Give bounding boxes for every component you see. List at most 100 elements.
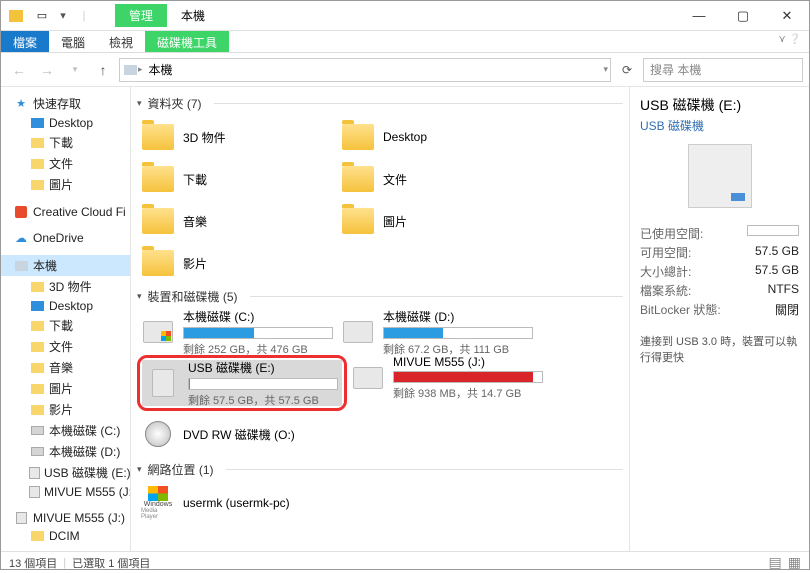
usb-icon [16,512,27,524]
folder-tile[interactable]: 圖片 [337,200,537,242]
folder-icon [142,208,174,234]
breadcrumb[interactable]: 本機 [143,61,179,78]
folder-icon [31,321,44,331]
sidebar-onedrive[interactable]: ☁OneDrive [1,229,130,247]
folder-tile[interactable]: 3D 物件 [137,116,337,158]
address-bar[interactable]: ▸ 本機 ▾ [119,58,611,82]
sidebar-mivue[interactable]: MIVUE M555 (J:) [1,509,130,527]
view-tiles-button[interactable]: ▦ [788,554,801,571]
sidebar-item-drive-c[interactable]: 本機磁碟 (C:) [1,420,130,441]
chevron-down-icon: ▾ [137,464,142,475]
sidebar-item-drive-e[interactable]: USB 磁碟機 (E:) [1,462,130,483]
sidebar-item-3d[interactable]: 3D 物件 [1,276,130,297]
creative-cloud-icon [15,206,27,218]
sidebar-item-downloads[interactable]: 下載 [1,132,130,153]
minimize-button[interactable]: — [677,1,721,31]
details-title: USB 磁碟機 (E:) [640,95,799,115]
drive-tile-dvd[interactable]: DVD RW 磁碟機 (O:) [137,411,337,457]
navigation-bar: ← → ▾ ↑ ▸ 本機 ▾ ⟳ 搜尋 本機 [1,53,809,87]
sidebar-creative-cloud[interactable]: Creative Cloud Fi [1,203,130,221]
ribbon-expand-button[interactable]: ⋎ ❔ [770,31,809,52]
folder-icon [31,282,44,292]
folder-tile[interactable]: 文件 [337,158,537,200]
sidebar-item-pictures2[interactable]: 圖片 [1,378,130,399]
sidebar-item-desktop2[interactable]: Desktop [1,297,130,315]
sidebar-item-videos[interactable]: 影片 [1,399,130,420]
folder-icon [31,405,44,415]
tab-file[interactable]: 檔案 [1,31,49,52]
sidebar-item-pictures[interactable]: 圖片 [1,174,130,195]
refresh-button[interactable]: ⟳ [615,63,639,77]
back-button[interactable]: ← [7,58,31,82]
cloud-icon: ☁ [13,231,29,245]
details-note: 連接到 USB 3.0 時，裝置可以執行得更快 [640,333,799,365]
forward-button[interactable]: → [35,58,59,82]
sidebar-this-pc[interactable]: 本機 [1,255,130,276]
app-icon [5,5,27,27]
used-space-bar [747,225,799,236]
desktop-icon [31,118,44,128]
group-header-network[interactable]: ▾網路位置 (1) [137,457,623,482]
folder-icon [31,138,44,148]
usb-drive-icon [152,369,174,397]
sidebar-item-drive-d[interactable]: 本機磁碟 (D:) [1,441,130,462]
sidebar-item-documents2[interactable]: 文件 [1,336,130,357]
navigation-pane: ★快速存取 Desktop 下載 文件 圖片 Creative Cloud Fi… [1,87,131,551]
ribbon-tabs: 檔案 電腦 檢視 磁碟機工具 ⋎ ❔ [1,31,809,53]
group-header-drives[interactable]: ▾裝置和磁碟機 (5) [137,284,623,309]
drive-tile-c[interactable]: 本機磁碟 (C:)剩餘 252 GB，共 476 GB [137,309,337,355]
contextual-tab-header: 管理 [115,4,167,27]
tab-computer[interactable]: 電腦 [49,31,97,52]
details-drive-icon [688,144,752,208]
folder-tile[interactable]: 影片 [137,242,337,284]
drive-icon [343,321,373,343]
title-bar: ▭ ▾ | 管理 本機 — ▢ ✕ [1,1,809,31]
sidebar-item-documents[interactable]: 文件 [1,153,130,174]
sidebar-item-desktop[interactable]: Desktop [1,114,130,132]
status-item-count: 13 個項目 [9,555,57,571]
group-header-folders[interactable]: ▾資料夾 (7) [137,91,623,116]
pc-icon [15,261,28,271]
search-input[interactable]: 搜尋 本機 [643,58,803,82]
qat-properties-icon[interactable]: ▭ [31,5,53,27]
address-dropdown-icon[interactable]: ▾ [603,64,608,75]
drive-tile-d[interactable]: 本機磁碟 (D:)剩餘 67.2 GB，共 111 GB [337,309,537,355]
view-details-button[interactable]: ▤ [769,554,782,571]
tab-drive-tools[interactable]: 磁碟機工具 [145,31,229,52]
sidebar-item-music[interactable]: 音樂 [1,357,130,378]
network-location-tile[interactable]: Windows Media Player usermk (usermk-pc) [137,482,623,524]
tab-view[interactable]: 檢視 [97,31,145,52]
qat-dropdown-icon[interactable]: ▾ [57,5,69,27]
sidebar-item-downloads2[interactable]: 下載 [1,315,130,336]
details-subtitle: USB 磁碟機 [640,117,799,134]
detail-row: BitLocker 狀態:關閉 [640,300,799,319]
detail-row: 檔案系統:NTFS [640,281,799,300]
drive-icon [353,367,383,389]
folder-icon [31,531,44,541]
drive-tile-j[interactable]: MIVUE M555 (J:)剩餘 938 MB，共 14.7 GB [347,355,547,401]
content-pane: ▾資料夾 (7) 3D 物件 Desktop 下載 文件 音樂 圖片 影片 ▾裝… [131,87,629,551]
folder-icon [142,166,174,192]
folder-icon [342,124,374,150]
folder-icon [31,159,44,169]
close-button[interactable]: ✕ [765,1,809,31]
folder-icon [31,342,44,352]
maximize-button[interactable]: ▢ [721,1,765,31]
sidebar-item-dcim[interactable]: DCIM [1,527,130,545]
up-button[interactable]: ↑ [91,58,115,82]
folder-icon [31,384,44,394]
drive-icon [31,447,44,456]
sidebar-quick-access[interactable]: ★快速存取 [1,93,130,114]
folder-tile[interactable]: 音樂 [137,200,337,242]
folder-icon [31,363,44,373]
drive-tile-e-selected[interactable]: USB 磁碟機 (E:)剩餘 57.5 GB，共 57.5 GB [142,360,342,406]
folder-tile[interactable]: 下載 [137,158,337,200]
detail-row: 大小總計:57.5 GB [640,262,799,281]
drive-icon [31,426,44,435]
recent-dropdown[interactable]: ▾ [63,58,87,82]
sidebar-item-drive-j[interactable]: MIVUE M555 (J:) [1,483,130,501]
folder-icon [342,166,374,192]
folder-icon [342,208,374,234]
folder-tile[interactable]: Desktop [337,116,537,158]
dvd-icon [145,421,171,447]
